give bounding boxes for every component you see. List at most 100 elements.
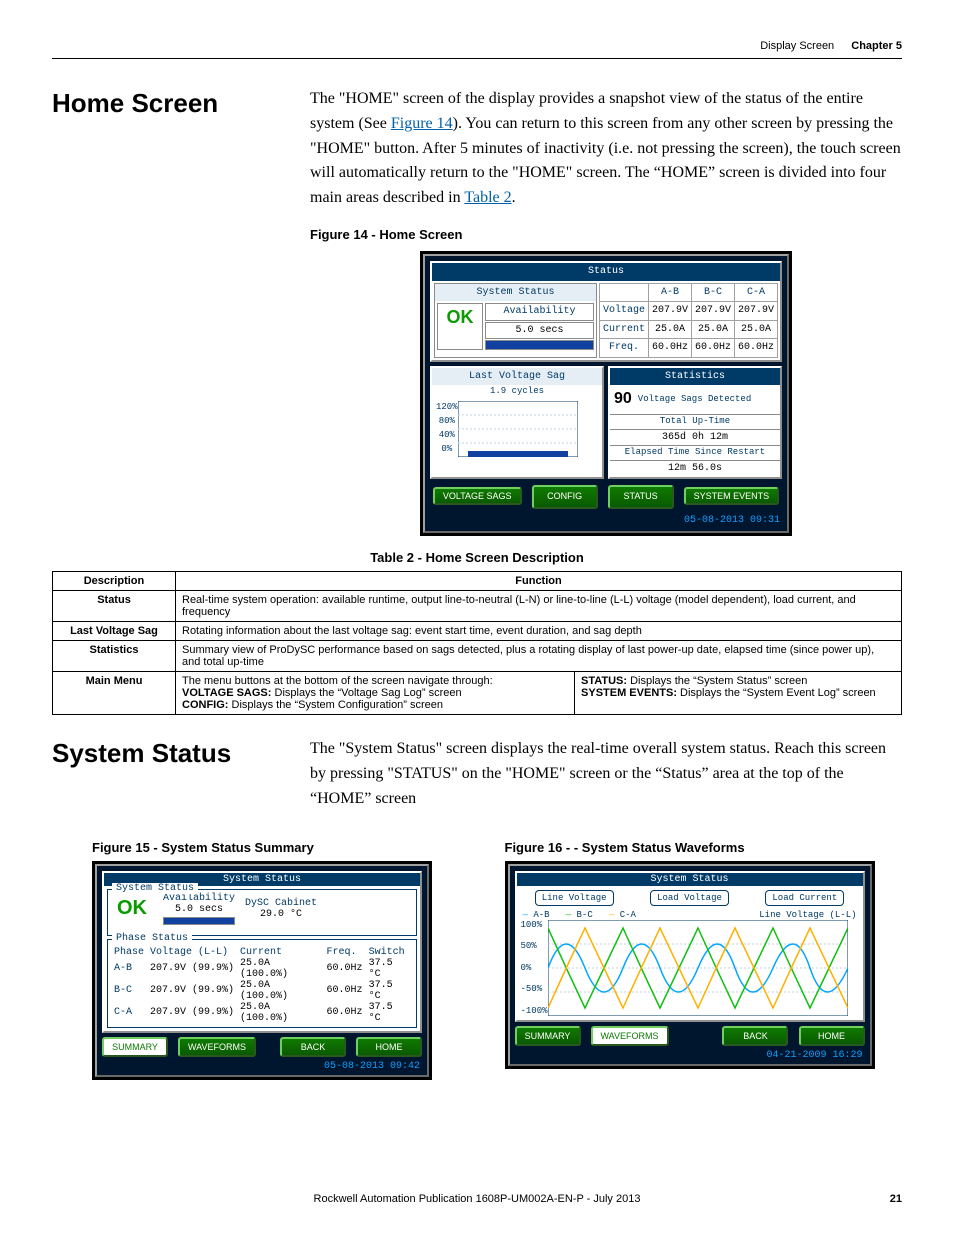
col-ca: C-A <box>734 283 777 302</box>
row-voltage: Voltage <box>599 302 648 321</box>
fig15-sys-status-box: System Status OK Availability 5.0 secs D… <box>107 889 417 936</box>
fig15-availability-label: Availability <box>163 893 235 904</box>
fig15-cabinet-temp: 29.0 °C <box>245 909 317 920</box>
header-rule <box>52 58 902 59</box>
section-home-screen: Home Screen The "HOME" screen of the dis… <box>52 87 902 536</box>
chart-label: Line Voltage (L-L) <box>759 910 856 920</box>
caption-figure-14: Figure 14 - Home Screen <box>310 225 902 245</box>
ph-bc-i: 25.0A (100.0%) <box>237 980 324 1002</box>
status-titlebar: Status <box>432 263 780 281</box>
header-section-title: Display Screen <box>760 40 834 52</box>
fig15-buttons: SUMMARY WAVEFORMS BACK HOME <box>100 1035 424 1059</box>
measurement-grid: A-B B-C C-A Voltage 207.9V 207.9V 207.9V <box>599 283 778 358</box>
sag-yaxis: 120% 80% 40% 0% <box>436 401 458 457</box>
availability-bar <box>485 340 594 350</box>
t2-status-text: Displays the “System Status” screen <box>627 675 807 687</box>
summary-button[interactable]: SUMMARY <box>515 1026 581 1046</box>
figure-15-lcd: System Status System Status OK Availabil… <box>92 861 432 1080</box>
ytick-0: 0% <box>436 443 458 457</box>
t2-events-lead: SYSTEM EVENTS: <box>581 687 677 699</box>
toggle-load-voltage[interactable]: Load Voltage <box>650 890 729 906</box>
system-status-header: System Status <box>435 284 596 302</box>
home-button[interactable]: HOME <box>799 1026 865 1046</box>
elapsed-label: Elapsed Time Since Restart <box>610 446 780 461</box>
waveforms-button[interactable]: WAVEFORMS <box>178 1037 256 1057</box>
header-chapter-num: Chapter 5 <box>851 40 902 52</box>
ph-ab-i: 25.0A (100.0%) <box>237 958 324 980</box>
heading-system-status: System Status <box>52 737 282 811</box>
ph-ab-v: 207.9V <box>147 958 189 980</box>
voltage-sags-button[interactable]: VOLTAGE SAGS <box>433 487 522 505</box>
voltage-bc: 207.9V <box>691 302 734 321</box>
back-button[interactable]: BACK <box>722 1026 788 1046</box>
table-row: Statistics Summary view of ProDySC perfo… <box>53 641 902 672</box>
row-freq: Freq. <box>599 339 648 358</box>
system-status-block[interactable]: System Status OK Availability 5.0 secs <box>434 283 597 358</box>
current-ab: 25.0A <box>648 320 691 339</box>
body-system-status: The "System Status" screen displays the … <box>310 737 902 811</box>
toggle-load-current[interactable]: Load Current <box>765 890 844 906</box>
last-sag-title: Last Voltage Sag <box>432 368 602 386</box>
ytick-120: 120% <box>436 401 458 415</box>
t2-r4c1: Main Menu <box>53 672 176 715</box>
t2-r4-left-a: The menu buttons at the bottom of the sc… <box>182 675 568 687</box>
body-home-screen: The "HOME" screen of the display provide… <box>310 87 902 536</box>
col-ab: A-B <box>648 283 691 302</box>
row-current: Current <box>599 320 648 339</box>
link-table-2[interactable]: Table 2 <box>464 189 511 206</box>
ph-ab-f: 60.0Hz <box>324 958 366 980</box>
ph-bc-vp: (99.9%) <box>189 980 237 1002</box>
ph-ca-i: 25.0A (100.0%) <box>237 1002 324 1024</box>
home-button[interactable]: HOME <box>356 1037 422 1057</box>
fig15-availability-value: 5.0 secs <box>163 904 235 915</box>
ph-h-phase: Phase <box>111 947 147 958</box>
ph-bc: B-C <box>111 980 147 1002</box>
waveforms-button[interactable]: WAVEFORMS <box>591 1026 669 1046</box>
fig16-title: System Status <box>517 873 863 886</box>
ph-ca-v: 207.9V <box>147 1002 189 1024</box>
caption-figure-16: Figure 16 - - System Status Waveforms <box>505 840 922 855</box>
figure-14-lcd: Status System Status OK Ava <box>420 251 792 536</box>
link-figure-14[interactable]: Figure 14 <box>391 115 453 132</box>
fig15-timestamp: 05-08-2013 09:42 <box>100 1059 424 1072</box>
back-button[interactable]: BACK <box>280 1037 346 1057</box>
config-button[interactable]: CONFIG <box>532 485 598 509</box>
t2-config-lead: CONFIG: <box>182 699 228 711</box>
availability-label: Availability <box>485 303 594 321</box>
section-system-status: System Status The "System Status" screen… <box>52 737 902 811</box>
ph-ab-vp: (99.9%) <box>189 958 237 980</box>
main-menu-buttons: VOLTAGE SAGS CONFIG STATUS SYSTEM EVENTS <box>428 483 784 511</box>
toggle-line-voltage[interactable]: Line Voltage <box>535 890 614 906</box>
fig15-outer-panel: System Status System Status OK Availabil… <box>102 871 422 1033</box>
voltage-ca: 207.9V <box>734 302 777 321</box>
summary-button[interactable]: SUMMARY <box>102 1037 168 1057</box>
legend-ca: C-A <box>620 910 636 920</box>
ph-h-current: Current <box>237 947 324 958</box>
figure-15-block: Figure 15 - System Status Summary System… <box>52 826 469 1080</box>
system-events-button[interactable]: SYSTEM EVENTS <box>684 487 780 505</box>
ph-ab: A-B <box>111 958 147 980</box>
status-button[interactable]: STATUS <box>608 485 674 509</box>
ph-ca: C-A <box>111 1002 147 1024</box>
ok-indicator: OK <box>437 303 483 350</box>
ph-h-freq: Freq. <box>324 947 366 958</box>
freq-ab: 60.0Hz <box>648 339 691 358</box>
caption-table-2: Table 2 - Home Screen Description <box>52 550 902 565</box>
t2-h1: Description <box>53 572 176 591</box>
sag-cycles: 1.9 cycles <box>432 385 602 399</box>
t2-events-text: Displays the “System Event Log” screen <box>677 687 876 699</box>
wt-0: 0% <box>521 963 548 973</box>
t2-r2c1: Last Voltage Sag <box>53 622 176 641</box>
waveform-chart <box>548 920 848 1016</box>
legend-ab: A-B <box>533 910 549 920</box>
table-row: Main Menu The menu buttons at the bottom… <box>53 672 902 715</box>
ph-bc-sw: 37.5 °C <box>366 980 413 1002</box>
t2-r1c1: Status <box>53 591 176 622</box>
ph-h-voltage: Voltage (L-L) <box>147 947 237 958</box>
t2-status-lead: STATUS: <box>581 675 627 687</box>
current-bc: 25.0A <box>691 320 734 339</box>
wt-m50: -50% <box>521 984 548 994</box>
statistics-panel: Statistics 90 Voltage Sags Detected Tota… <box>608 366 782 479</box>
ph-ca-sw: 37.5 °C <box>366 1002 413 1024</box>
legend-bc: B-C <box>577 910 593 920</box>
